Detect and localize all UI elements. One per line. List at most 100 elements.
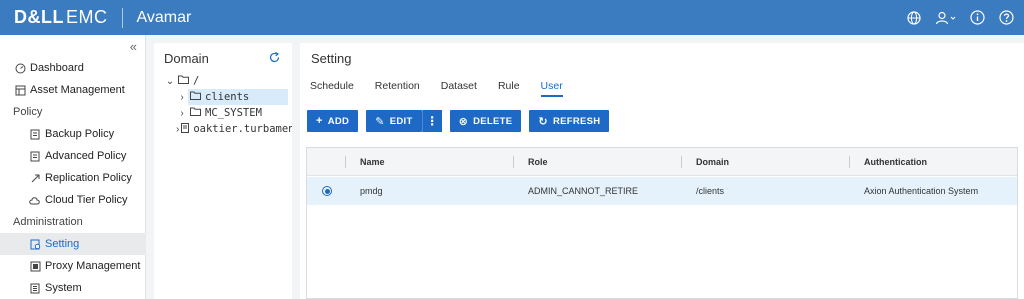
help-icon[interactable] <box>999 10 1014 25</box>
app-name: Avamar <box>136 8 192 26</box>
replication-icon <box>28 173 42 184</box>
folder-icon <box>190 107 201 119</box>
brand-logo: D&LL EMC <box>14 7 108 28</box>
nav-label: Advanced Policy <box>45 150 127 162</box>
row-radio[interactable] <box>322 177 332 205</box>
nav-label: Replication Policy <box>45 172 132 184</box>
chevron-right-icon[interactable]: › <box>176 108 188 119</box>
tree-node-label: / <box>193 75 200 87</box>
left-navigation: « Dashboard Asset Management Policy Back… <box>0 35 146 299</box>
settings-tabs: Schedule Retention Dataset Rule User <box>310 80 584 97</box>
delete-icon: ⊗ <box>458 115 469 128</box>
tree-node-clients[interactable]: › clients <box>154 89 292 105</box>
asset-icon <box>13 85 27 96</box>
refresh-icon: ↻ <box>538 115 548 128</box>
delete-button[interactable]: ⊗ DELETE <box>449 110 522 132</box>
nav-label: Cloud Tier Policy <box>45 194 128 206</box>
column-divider <box>849 156 850 168</box>
system-icon <box>28 283 42 294</box>
column-header-domain[interactable]: Domain <box>696 148 729 176</box>
add-button[interactable]: + ADD <box>307 110 359 132</box>
tab-retention[interactable]: Retention <box>375 80 420 97</box>
plus-icon: + <box>316 115 323 127</box>
policy-icon <box>28 129 42 140</box>
nav-item-asset-management[interactable]: Asset Management <box>0 79 146 101</box>
edit-split-button: ✎ EDIT ⋮ <box>366 110 442 132</box>
chevron-down-icon[interactable]: ⌄ <box>164 76 176 87</box>
nav-label: Backup Policy <box>45 128 115 140</box>
users-table: Name Role Domain Authentication pmdg ADM… <box>306 147 1018 299</box>
tab-dataset[interactable]: Dataset <box>441 80 477 97</box>
domain-panel: Domain ⌄ / › clients › MC_SYSTEM › oakti… <box>154 43 292 299</box>
column-divider <box>345 156 346 168</box>
nav-section-administration: Administration <box>0 211 146 233</box>
domain-title: Domain <box>164 51 209 66</box>
more-options-icon[interactable]: ⋮ <box>421 110 442 132</box>
column-header-name[interactable]: Name <box>360 148 385 176</box>
nav-section-policy: Policy <box>0 101 146 123</box>
nav-item-advanced-policy[interactable]: Advanced Policy <box>0 145 146 167</box>
refresh-button[interactable]: ↻ REFRESH <box>529 110 610 132</box>
nav-label: Setting <box>45 238 80 250</box>
tree-node-oaktier[interactable]: › oaktier.turbamen <box>154 121 292 137</box>
tree-node-root[interactable]: ⌄ / <box>154 73 292 89</box>
edit-button[interactable]: ✎ EDIT <box>366 110 422 132</box>
logo-divider <box>121 7 123 28</box>
nav-label: Asset Management <box>30 84 125 96</box>
column-divider <box>681 156 682 168</box>
nav-item-cloud-tier-policy[interactable]: Cloud Tier Policy <box>0 189 146 211</box>
nav-item-backup-policy[interactable]: Backup Policy <box>0 123 146 145</box>
policy-icon <box>28 151 42 162</box>
setting-icon <box>28 239 42 250</box>
top-bar: D&LL EMC Avamar <box>0 0 1024 35</box>
brand-light: EMC <box>66 7 108 27</box>
cloud-icon <box>28 196 42 205</box>
page-title: Setting <box>311 51 352 66</box>
cell-domain: /clients <box>696 186 725 196</box>
collapse-nav-button[interactable]: « <box>130 39 137 54</box>
tree-node-mc-system[interactable]: › MC_SYSTEM <box>154 105 292 121</box>
nav-item-setting[interactable]: Setting <box>0 233 146 255</box>
table-row[interactable]: pmdg ADMIN_CANNOT_RETIRE /clients Axion … <box>307 177 1017 205</box>
tree-node-label: oaktier.turbamen <box>193 123 292 135</box>
tree-node-label: clients <box>205 91 250 103</box>
button-label: DELETE <box>473 115 513 127</box>
tab-schedule[interactable]: Schedule <box>310 80 354 97</box>
folder-icon <box>178 75 189 87</box>
chevron-right-icon[interactable]: › <box>176 92 188 103</box>
cell-role: ADMIN_CANNOT_RETIRE <box>528 186 639 196</box>
radio-selected-icon[interactable] <box>322 186 332 196</box>
nav-label: Proxy Management <box>45 260 141 272</box>
tree-node-label: MC_SYSTEM <box>205 107 262 119</box>
button-label: ADD <box>327 115 350 127</box>
pencil-icon: ✎ <box>375 115 385 128</box>
column-header-role[interactable]: Role <box>528 148 548 176</box>
cell-name: pmdg <box>360 186 383 196</box>
main-panel: Setting Schedule Retention Dataset Rule … <box>300 43 1024 299</box>
tab-user[interactable]: User <box>540 80 563 97</box>
nav-item-proxy-management[interactable]: Proxy Management <box>0 255 146 277</box>
info-icon[interactable] <box>970 10 985 25</box>
button-label: REFRESH <box>552 115 601 127</box>
globe-icon[interactable] <box>907 10 921 25</box>
nav-label: Dashboard <box>30 62 84 74</box>
user-menu-icon[interactable] <box>935 11 956 25</box>
nav-section-label: Administration <box>13 216 83 228</box>
proxy-icon <box>28 261 42 272</box>
tab-rule[interactable]: Rule <box>498 80 520 97</box>
nav-item-dashboard[interactable]: Dashboard <box>0 57 146 79</box>
nav-item-system[interactable]: System <box>0 277 146 299</box>
server-icon <box>181 122 190 136</box>
button-label: EDIT <box>389 115 413 127</box>
nav-item-replication-policy[interactable]: Replication Policy <box>0 167 146 189</box>
brand-bold: D&LL <box>14 7 64 27</box>
refresh-icon[interactable] <box>269 51 280 66</box>
nav-label: System <box>45 282 82 294</box>
column-header-authentication[interactable]: Authentication <box>864 148 927 176</box>
dashboard-icon <box>13 63 27 74</box>
nav-section-label: Policy <box>13 106 43 118</box>
column-divider <box>513 156 514 168</box>
table-header: Name Role Domain Authentication <box>307 148 1017 176</box>
toolbar: + ADD ✎ EDIT ⋮ ⊗ DELETE ↻ REFRESH <box>307 110 610 132</box>
cell-authentication: Axion Authentication System <box>864 186 979 196</box>
